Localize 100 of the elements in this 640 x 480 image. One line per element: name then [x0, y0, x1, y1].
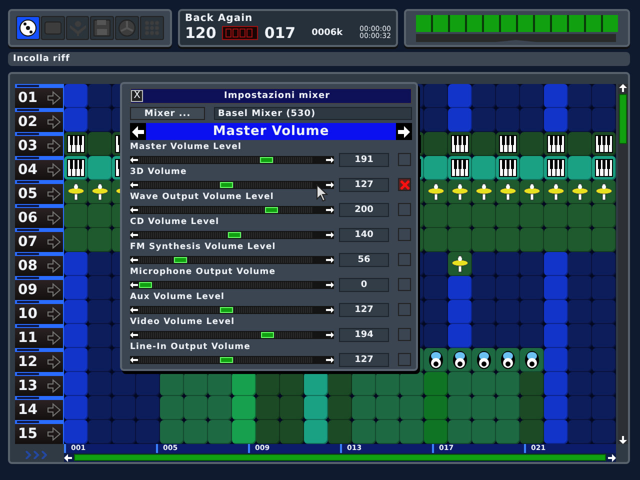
value-field[interactable]: 140	[339, 228, 389, 242]
pattern-cell[interactable]	[88, 204, 112, 228]
pattern-cell[interactable]	[592, 396, 616, 420]
track-button[interactable]: 06	[15, 204, 63, 228]
pattern-cell[interactable]	[544, 276, 568, 300]
pattern-cell[interactable]	[88, 348, 112, 372]
pattern-cell[interactable]	[400, 372, 424, 396]
pattern-cell[interactable]	[328, 420, 352, 444]
pattern-cell[interactable]	[568, 324, 592, 348]
pattern-cell[interactable]	[424, 204, 448, 228]
pattern-cell[interactable]	[88, 228, 112, 252]
pattern-cell[interactable]	[592, 84, 616, 108]
pattern-cell[interactable]	[448, 132, 472, 156]
pattern-cell[interactable]	[88, 276, 112, 300]
pattern-cell[interactable]	[424, 84, 448, 108]
pattern-cell[interactable]	[64, 372, 88, 396]
slider-thumb[interactable]	[220, 356, 232, 362]
pattern-cell[interactable]	[424, 132, 448, 156]
value-field[interactable]: 127	[339, 178, 389, 192]
value-field[interactable]: 191	[339, 152, 389, 166]
pattern-cell[interactable]	[448, 348, 472, 372]
pattern-cell[interactable]	[424, 276, 448, 300]
pattern-cell[interactable]	[568, 372, 592, 396]
pattern-cell[interactable]	[280, 396, 304, 420]
pattern-cell[interactable]	[544, 180, 568, 204]
pattern-cell[interactable]	[544, 420, 568, 444]
pattern-cell[interactable]	[592, 300, 616, 324]
value-field[interactable]: 127	[339, 302, 389, 316]
pattern-cell[interactable]	[592, 228, 616, 252]
pattern-cell[interactable]	[520, 84, 544, 108]
pattern-cell[interactable]	[568, 252, 592, 276]
pattern-cell[interactable]	[592, 108, 616, 132]
volume-slider[interactable]	[130, 180, 334, 188]
pattern-cell[interactable]	[568, 348, 592, 372]
pattern-cell[interactable]	[544, 108, 568, 132]
pattern-cell[interactable]	[424, 228, 448, 252]
pattern-cell[interactable]	[136, 420, 160, 444]
slider-thumb[interactable]	[174, 256, 188, 262]
track-button[interactable]: 12	[15, 348, 63, 372]
pattern-cell[interactable]	[520, 348, 544, 372]
track-button[interactable]: 09	[15, 276, 63, 300]
pattern-cell[interactable]	[424, 420, 448, 444]
pattern-cell[interactable]	[304, 372, 328, 396]
track-button[interactable]: 11	[15, 324, 63, 348]
pattern-cell[interactable]	[112, 420, 136, 444]
value-field[interactable]: 200	[339, 202, 389, 216]
pattern-cell[interactable]	[472, 348, 496, 372]
slider-thumb[interactable]	[260, 156, 273, 162]
value-field[interactable]: 0	[339, 278, 389, 292]
pattern-cell[interactable]	[424, 180, 448, 204]
pattern-cell[interactable]	[496, 300, 520, 324]
pattern-cell[interactable]	[256, 420, 280, 444]
pattern-cell[interactable]	[400, 420, 424, 444]
pattern-cell[interactable]	[136, 372, 160, 396]
pattern-cell[interactable]	[544, 132, 568, 156]
pattern-cell[interactable]	[424, 372, 448, 396]
pattern-cell[interactable]	[64, 252, 88, 276]
pattern-cell[interactable]	[208, 372, 232, 396]
pattern-cell[interactable]	[592, 324, 616, 348]
pattern-cell[interactable]	[544, 396, 568, 420]
pattern-cell[interactable]	[568, 180, 592, 204]
pattern-cell[interactable]	[232, 420, 256, 444]
pattern-cell[interactable]	[184, 420, 208, 444]
pattern-cell[interactable]	[544, 156, 568, 180]
pattern-cell[interactable]	[472, 204, 496, 228]
pattern-cell[interactable]	[88, 180, 112, 204]
pattern-cell[interactable]	[520, 396, 544, 420]
pattern-cell[interactable]	[88, 420, 112, 444]
checkbox[interactable]	[398, 153, 411, 166]
pattern-cell[interactable]	[496, 84, 520, 108]
volume-slider[interactable]	[130, 356, 334, 364]
pattern-cell[interactable]	[472, 252, 496, 276]
pattern-cell[interactable]	[64, 108, 88, 132]
pattern-cell[interactable]	[184, 372, 208, 396]
track-button[interactable]: 01	[15, 84, 63, 108]
checkbox[interactable]	[398, 228, 411, 241]
value-field[interactable]: 194	[339, 328, 389, 342]
track-button[interactable]: 08	[15, 252, 63, 276]
checkbox[interactable]	[398, 278, 411, 291]
pattern-cell[interactable]	[184, 396, 208, 420]
pattern-cell[interactable]	[208, 396, 232, 420]
pattern-cell[interactable]	[448, 276, 472, 300]
pattern-cell[interactable]	[448, 372, 472, 396]
pattern-cell[interactable]	[448, 420, 472, 444]
pattern-cell[interactable]	[568, 84, 592, 108]
pattern-cell[interactable]	[88, 156, 112, 180]
pattern-cell[interactable]	[376, 420, 400, 444]
horizontal-scrollbar[interactable]	[64, 453, 616, 462]
pattern-cell[interactable]	[520, 276, 544, 300]
pattern-cell[interactable]	[424, 252, 448, 276]
pattern-cell[interactable]	[544, 324, 568, 348]
pattern-cell[interactable]	[496, 348, 520, 372]
pattern-cell[interactable]	[520, 252, 544, 276]
pattern-cell[interactable]	[568, 300, 592, 324]
pattern-cell[interactable]	[424, 348, 448, 372]
pattern-cell[interactable]	[568, 276, 592, 300]
pattern-cell[interactable]	[520, 180, 544, 204]
pattern-cell[interactable]	[160, 396, 184, 420]
pattern-cell[interactable]	[64, 420, 88, 444]
volume-slider[interactable]	[130, 256, 334, 264]
